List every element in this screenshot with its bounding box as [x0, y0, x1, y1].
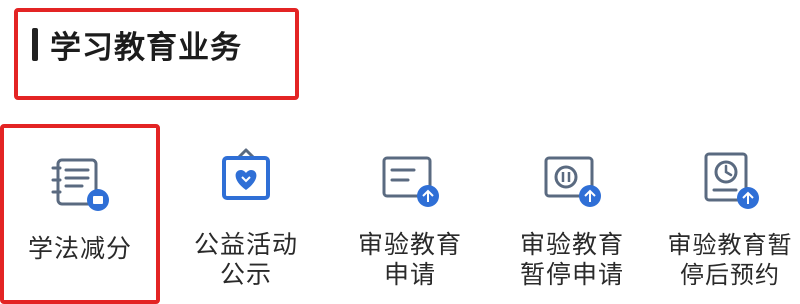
service-label-line2: 暂停申请: [519, 260, 624, 289]
service-study-reduce-points[interactable]: 学法减分: [0, 124, 160, 304]
review-education-pause-icon: [544, 156, 601, 207]
service-charity-activity[interactable]: 公益活动 公示: [166, 124, 326, 304]
service-label: 公益活动: [193, 230, 298, 259]
service-label: 审验教育: [357, 230, 462, 259]
service-label: 审验教育: [519, 230, 624, 259]
service-label-line2: 公示: [219, 260, 272, 289]
charity-heart-board-icon: [222, 148, 270, 200]
section-title: 学习教育业务: [50, 30, 242, 66]
service-label-line2: 停后预约: [680, 261, 780, 289]
service-label-line2: 申请: [383, 260, 436, 289]
service-review-education-appointment[interactable]: 审验教育暂 停后预约: [650, 124, 800, 304]
service-review-education-pause[interactable]: 审验教育 暂停申请: [492, 124, 652, 304]
service-review-education-apply[interactable]: 审验教育 申请: [330, 124, 490, 304]
service-label: 学法减分: [27, 234, 132, 263]
section-title-bar: [32, 28, 38, 61]
study-book-icon: [51, 158, 109, 211]
review-education-appointment-icon: [704, 152, 759, 209]
review-education-apply-icon: [382, 156, 439, 207]
service-label: 审验教育暂: [667, 231, 793, 259]
